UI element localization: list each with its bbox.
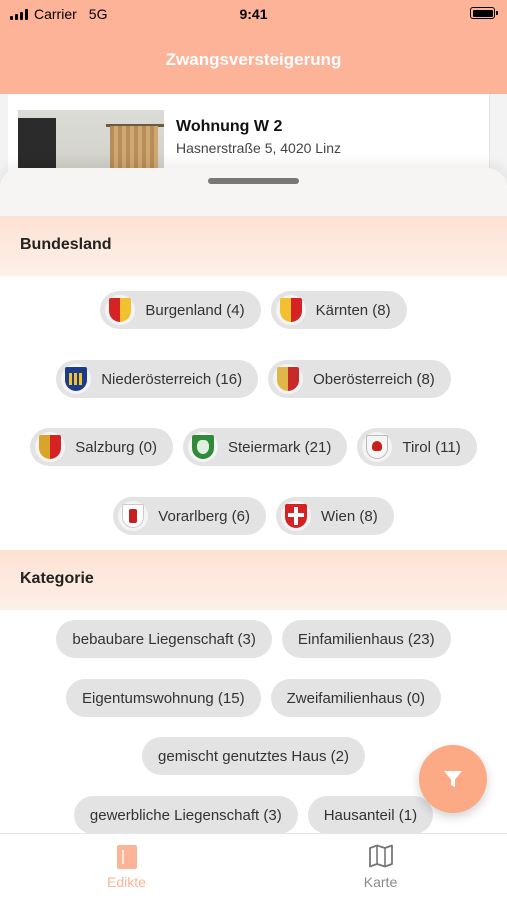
chip-eigentumswohnung[interactable]: Eigentumswohnung (15) [66, 679, 261, 717]
tab-label: Edikte [107, 874, 146, 890]
chip-row: Niederösterreich (16) Oberösterreich (8) [0, 360, 507, 398]
navigation-bar: Zwangsversteigerung [0, 30, 507, 94]
chip-row: Eigentumswohnung (15) Zweifamilienhaus (… [0, 679, 507, 717]
chip-label: Niederösterreich (16) [101, 370, 243, 388]
status-time: 9:41 [239, 6, 268, 22]
status-bar: Carrier 5G 9:41 [0, 0, 507, 30]
chip-steiermark[interactable]: Steiermark (21) [183, 428, 348, 466]
oberoesterreich-crest-icon [273, 364, 304, 394]
sheet-handle-area[interactable] [0, 168, 507, 216]
chip-kaernten[interactable]: Kärnten (8) [270, 291, 407, 329]
chip-oberoesterreich[interactable]: Oberösterreich (8) [268, 360, 451, 398]
section-title-kategorie: Kategorie [20, 570, 94, 587]
chip-label: Salzburg (0) [75, 438, 157, 456]
chip-label: Tirol (11) [402, 438, 461, 456]
chip-burgenland[interactable]: Burgenland (4) [100, 291, 261, 329]
chip-label: Oberösterreich (8) [313, 370, 435, 388]
chip-row: bebaubare Liegenschaft (3) Einfamilienha… [0, 620, 507, 658]
chip-wien[interactable]: Wien (8) [276, 497, 394, 535]
tab-edikte[interactable]: Edikte [0, 834, 253, 900]
chip-salzburg[interactable]: Salzburg (0) [30, 428, 173, 466]
tab-karte[interactable]: Karte [254, 834, 507, 900]
tab-bar: Edikte Karte [0, 833, 507, 900]
filter-button[interactable] [419, 745, 487, 813]
chip-row: Vorarlberg (6) Wien (8) [0, 497, 507, 535]
chip-gemischt-genutztes-haus[interactable]: gemischt genutztes Haus (2) [142, 737, 365, 775]
filter-icon [444, 771, 462, 787]
section-header-bundesland: Bundesland [0, 216, 507, 276]
chip-gewerbliche-liegenschaft[interactable]: gewerbliche Liegenschaft (3) [73, 796, 298, 833]
vorarlberg-crest-icon [118, 501, 149, 531]
wien-crest-icon [281, 501, 312, 531]
sheet-grabber[interactable] [208, 178, 299, 184]
chip-niederoesterreich[interactable]: Niederösterreich (16) [56, 360, 259, 398]
burgenland-crest-icon [105, 295, 136, 325]
tab-label: Karte [363, 874, 398, 890]
battery-icon [470, 7, 498, 19]
tirol-crest-icon [362, 432, 393, 462]
chip-einfamilienhaus[interactable]: Einfamilienhaus (23) [281, 620, 451, 658]
chip-bebaubare-liegenschaft[interactable]: bebaubare Liegenschaft (3) [56, 620, 272, 658]
chip-tirol[interactable]: Tirol (11) [357, 428, 477, 466]
document-icon [116, 845, 137, 869]
listing-address: Hasnerstraße 5, 4020 Linz [176, 140, 341, 156]
listing-title: Wohnung W 2 [176, 118, 283, 135]
chip-label: Wien (8) [321, 507, 378, 525]
steiermark-crest-icon [188, 432, 218, 462]
salzburg-crest-icon [35, 432, 66, 462]
chip-hausanteil[interactable]: Hausanteil (1) [307, 796, 434, 833]
chip-label: Burgenland (4) [145, 301, 245, 319]
map-icon [368, 844, 393, 868]
chip-label: Steiermark (21) [228, 438, 332, 456]
section-title-bundesland: Bundesland [20, 236, 112, 253]
section-header-kategorie: Kategorie [0, 550, 507, 610]
chip-label: Vorarlberg (6) [158, 507, 251, 525]
niederoesterreich-crest-icon [61, 364, 92, 394]
kaernten-crest-icon [275, 295, 306, 325]
chip-row: Burgenland (4) Kärnten (8) [0, 291, 507, 329]
chip-vorarlberg[interactable]: Vorarlberg (6) [113, 497, 267, 535]
chip-zweifamilienhaus[interactable]: Zweifamilienhaus (0) [270, 679, 441, 717]
chip-label: Kärnten (8) [315, 301, 391, 319]
page-title: Zwangsversteigerung [165, 50, 342, 69]
chip-row: Salzburg (0) Steiermark (21) Tirol (11) [0, 428, 507, 466]
filter-sheet: Bundesland Burgenland (4) Kärnten (8) Ni… [0, 168, 507, 833]
